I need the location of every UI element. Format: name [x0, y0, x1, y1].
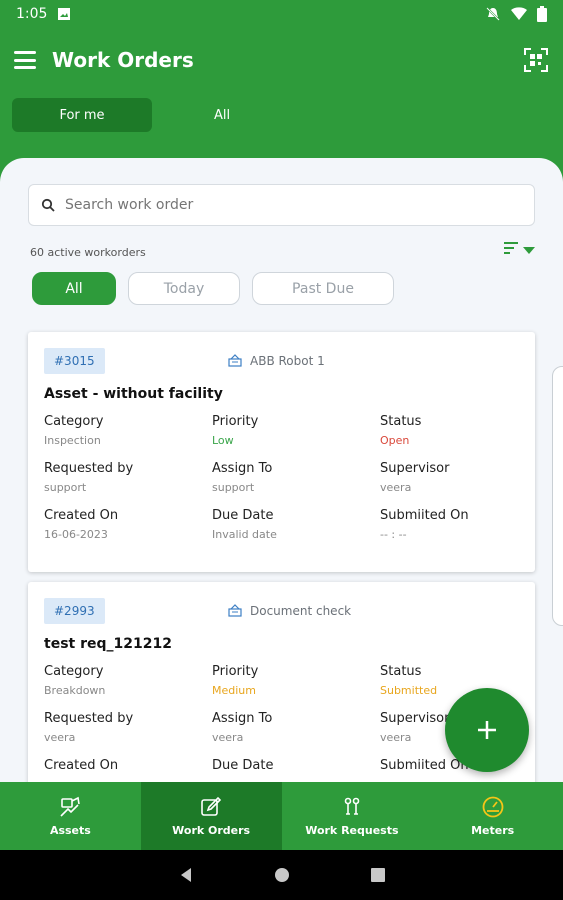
submitted-on-label: Submiited On: [380, 508, 469, 523]
nav-item-work-orders[interactable]: Work Orders: [140, 782, 282, 850]
search-bar: [28, 184, 535, 226]
nav-item-assets[interactable]: Assets: [0, 782, 141, 850]
due-date-label: Due Date: [212, 758, 274, 773]
created-on-label: Created On: [44, 758, 119, 773]
category-label: Category: [44, 414, 104, 429]
nav-item-meters[interactable]: Meters: [422, 782, 563, 850]
status-time: 1:05: [16, 6, 48, 22]
app-bar: Work Orders: [0, 36, 563, 84]
filter-chip-all[interactable]: All: [32, 272, 116, 305]
meters-icon: [482, 796, 504, 817]
status-value: Open: [380, 434, 410, 447]
filter-chip-past-due[interactable]: Past Due: [252, 272, 394, 305]
menu-icon[interactable]: [14, 51, 36, 69]
requested-by-value: veera: [44, 731, 76, 744]
side-drawer-handle[interactable]: [552, 366, 563, 626]
work-order-card[interactable]: #3015 ABB Robot 1 Asset - without facili…: [28, 332, 535, 572]
priority-value: Medium: [212, 684, 256, 697]
back-icon[interactable]: [178, 867, 194, 883]
assign-to-label: Assign To: [212, 461, 273, 476]
category-value: Breakdown: [44, 684, 106, 697]
category-label: Category: [44, 664, 104, 679]
assign-to-label: Assign To: [212, 711, 273, 726]
nav-label-work-requests: Work Requests: [305, 823, 399, 837]
submitted-on-value: -- : --: [380, 528, 407, 541]
supervisor-value: veera: [380, 481, 412, 494]
toggle-for-me[interactable]: For me: [12, 98, 152, 132]
asset-icon: [228, 354, 242, 367]
recents-icon[interactable]: [370, 867, 386, 883]
due-date-value: Invalid date: [212, 528, 277, 541]
search-icon: [41, 198, 55, 212]
home-icon[interactable]: [274, 867, 290, 883]
page-title: Work Orders: [52, 48, 194, 72]
work-requests-icon: [344, 797, 360, 815]
toggle-all[interactable]: All: [152, 98, 292, 132]
date-filter-chips: All Today Past Due: [32, 272, 394, 305]
work-order-id-badge: #3015: [44, 348, 105, 374]
nav-label-meters: Meters: [471, 823, 515, 837]
assignment-toggle: For me All: [12, 98, 292, 132]
plus-icon: [478, 721, 496, 739]
created-on-label: Created On: [44, 508, 119, 523]
nav-item-work-requests[interactable]: Work Requests: [282, 782, 423, 850]
status-bar: 1:05: [0, 0, 563, 28]
wifi-icon: [511, 7, 527, 20]
do-not-disturb-icon: [486, 7, 500, 21]
status-label: Status: [380, 414, 422, 429]
created-on-value: 16-06-2023: [44, 528, 108, 541]
bottom-navigation: Assets Work Orders Work Requests Meters: [0, 782, 563, 850]
asset-name: Document check: [250, 604, 352, 618]
status-label: Status: [380, 664, 422, 679]
assign-to-value: support: [212, 481, 255, 494]
nav-label-assets: Assets: [49, 823, 91, 837]
filter-chip-today[interactable]: Today: [128, 272, 240, 305]
notification-image-icon: [58, 8, 71, 20]
work-orders-icon: [201, 796, 222, 816]
asset-name: ABB Robot 1: [250, 354, 325, 368]
requested-by-value: support: [44, 481, 87, 494]
work-order-id-badge: #2993: [44, 598, 105, 624]
system-navigation-bar: [0, 850, 563, 900]
category-value: Inspection: [44, 434, 101, 447]
due-date-label: Due Date: [212, 508, 274, 523]
requested-by-label: Requested by: [44, 461, 134, 476]
battery-icon: [537, 6, 547, 22]
priority-label: Priority: [212, 664, 259, 679]
active-workorders-count: 60 active workorders: [30, 246, 146, 259]
supervisor-label: Supervisor: [380, 461, 450, 476]
search-input[interactable]: [65, 197, 505, 213]
priority-label: Priority: [212, 414, 259, 429]
asset-reference: ABB Robot 1: [228, 354, 325, 368]
asset-reference: Document check: [228, 604, 351, 618]
work-order-title: test req_121212: [44, 636, 172, 652]
qr-scan-icon[interactable]: [523, 47, 549, 73]
work-order-title: Asset - without facility: [44, 386, 223, 402]
priority-value: Low: [212, 434, 234, 447]
asset-icon: [228, 604, 242, 617]
sort-filter-icon[interactable]: [504, 240, 536, 258]
assign-to-value: veera: [212, 731, 244, 744]
nav-label-work-orders: Work Orders: [172, 823, 251, 837]
add-work-order-button[interactable]: [445, 688, 529, 772]
assets-icon: [60, 796, 81, 817]
requested-by-label: Requested by: [44, 711, 134, 726]
work-order-details: Category Inspection Priority Low Status Ope…: [44, 414, 524, 541]
